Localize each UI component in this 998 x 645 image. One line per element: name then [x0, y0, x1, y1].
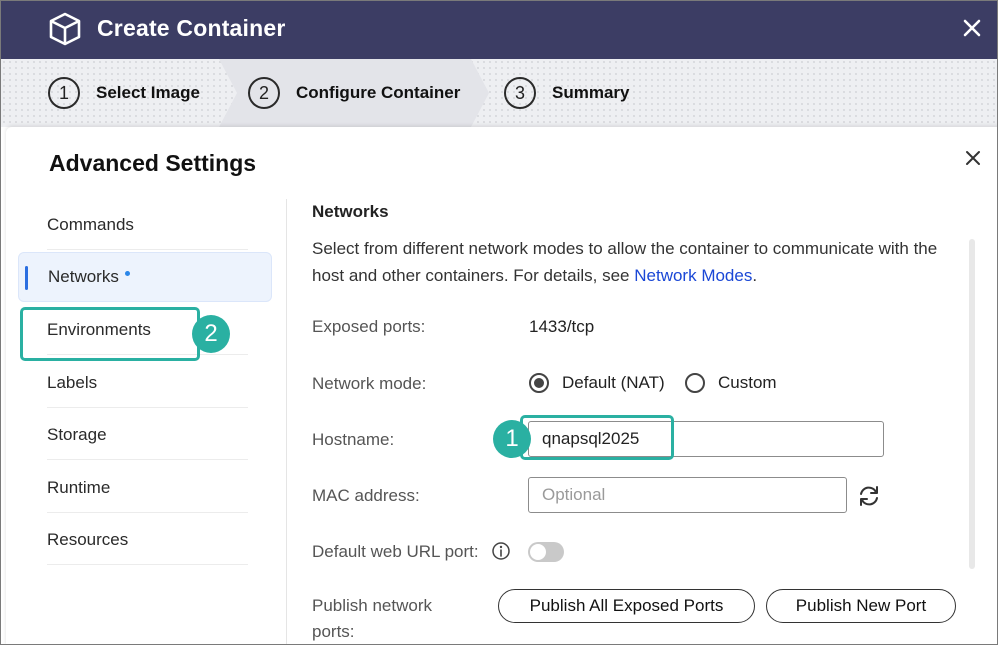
mac-address-input[interactable] [528, 477, 847, 513]
publish-all-exposed-ports-button[interactable]: Publish All Exposed Ports [498, 589, 755, 623]
toggle-knob [530, 544, 546, 560]
refresh-icon[interactable] [856, 483, 882, 509]
radio-default-nat[interactable]: Default (NAT) [529, 373, 665, 393]
network-modes-link[interactable]: Network Modes [634, 266, 752, 285]
web-url-port-label: Default web URL port: [312, 542, 479, 561]
exposed-ports-value: 1433/tcp [529, 317, 595, 336]
divider [47, 407, 248, 408]
sidebar-item-networks[interactable]: Networks [18, 252, 272, 302]
step-number: 1 [48, 77, 80, 109]
sidebar-item-labels[interactable]: Labels [18, 358, 272, 408]
hostname-label: Hostname: [312, 430, 395, 449]
publish-label-line1: Publish network [312, 596, 433, 615]
annotation-highlight-environments [20, 307, 200, 361]
sidebar-item-resources[interactable]: Resources [18, 515, 272, 565]
active-indicator [25, 266, 28, 290]
divider [47, 512, 248, 513]
step-configure-container[interactable]: 2 Configure Container [248, 77, 460, 109]
section-title: Networks [312, 202, 389, 221]
title-bar: Create Container [1, 1, 997, 59]
sidebar-item-label: Runtime [47, 478, 111, 497]
divider [47, 459, 248, 460]
sidebar-item-label: Labels [47, 373, 98, 392]
sidebar-item-label: Networks [48, 267, 119, 286]
container-cube-icon [49, 12, 81, 46]
step-number: 2 [248, 77, 280, 109]
divider [47, 249, 248, 250]
sidebar-item-storage[interactable]: Storage [18, 410, 272, 460]
description-text: Select from different network modes to a… [312, 239, 938, 285]
sidebar-item-runtime[interactable]: Runtime [18, 463, 272, 513]
close-icon[interactable] [962, 147, 984, 169]
web-url-port-toggle[interactable] [528, 542, 564, 562]
section-description: Select from different network modes to a… [312, 235, 952, 289]
advanced-settings-dialog: Advanced Settings Commands Networks Envi… [6, 127, 997, 644]
dialog-title: Advanced Settings [49, 150, 257, 176]
annotation-badge-1: 1 [493, 420, 531, 458]
sidebar-item-commands[interactable]: Commands [18, 200, 272, 250]
content-scrollbar[interactable] [969, 239, 975, 569]
divider [47, 564, 248, 565]
annotation-highlight-hostname [520, 415, 674, 460]
radio-custom[interactable]: Custom [685, 373, 777, 393]
radio-unselected-icon [685, 373, 705, 393]
step-label: Configure Container [296, 83, 461, 102]
close-icon[interactable] [959, 15, 985, 41]
publish-ports-label: Publish network ports: [312, 593, 433, 644]
wizard-stepper: 1 Select Image 2 Configure Container 3 S… [1, 59, 997, 127]
annotation-badge-2: 2 [192, 315, 230, 353]
mac-address-label: MAC address: [312, 486, 420, 505]
exposed-ports-label: Exposed ports: [312, 317, 426, 336]
step-select-image[interactable]: 1 Select Image [48, 77, 200, 109]
radio-label: Custom [718, 373, 777, 392]
step-label: Select Image [96, 83, 200, 102]
sidebar-item-label: Resources [47, 530, 129, 549]
app-window: Create Container 1 Select Image 2 Config… [0, 0, 998, 645]
publish-label-line2: ports: [312, 622, 355, 641]
radio-selected-icon [529, 373, 549, 393]
publish-new-port-button[interactable]: Publish New Port [766, 589, 956, 623]
info-icon[interactable] [491, 541, 511, 561]
step-label: Summary [552, 83, 630, 102]
modified-dot-icon [124, 270, 130, 276]
panel-divider [286, 199, 287, 644]
window-title: Create Container [97, 15, 286, 41]
step-number: 3 [504, 77, 536, 109]
description-end: . [752, 266, 758, 285]
sidebar-item-label: Storage [47, 425, 107, 444]
network-mode-label: Network mode: [312, 374, 427, 393]
radio-label: Default (NAT) [562, 373, 665, 392]
step-summary[interactable]: 3 Summary [504, 77, 629, 109]
sidebar-item-label: Commands [47, 215, 134, 234]
